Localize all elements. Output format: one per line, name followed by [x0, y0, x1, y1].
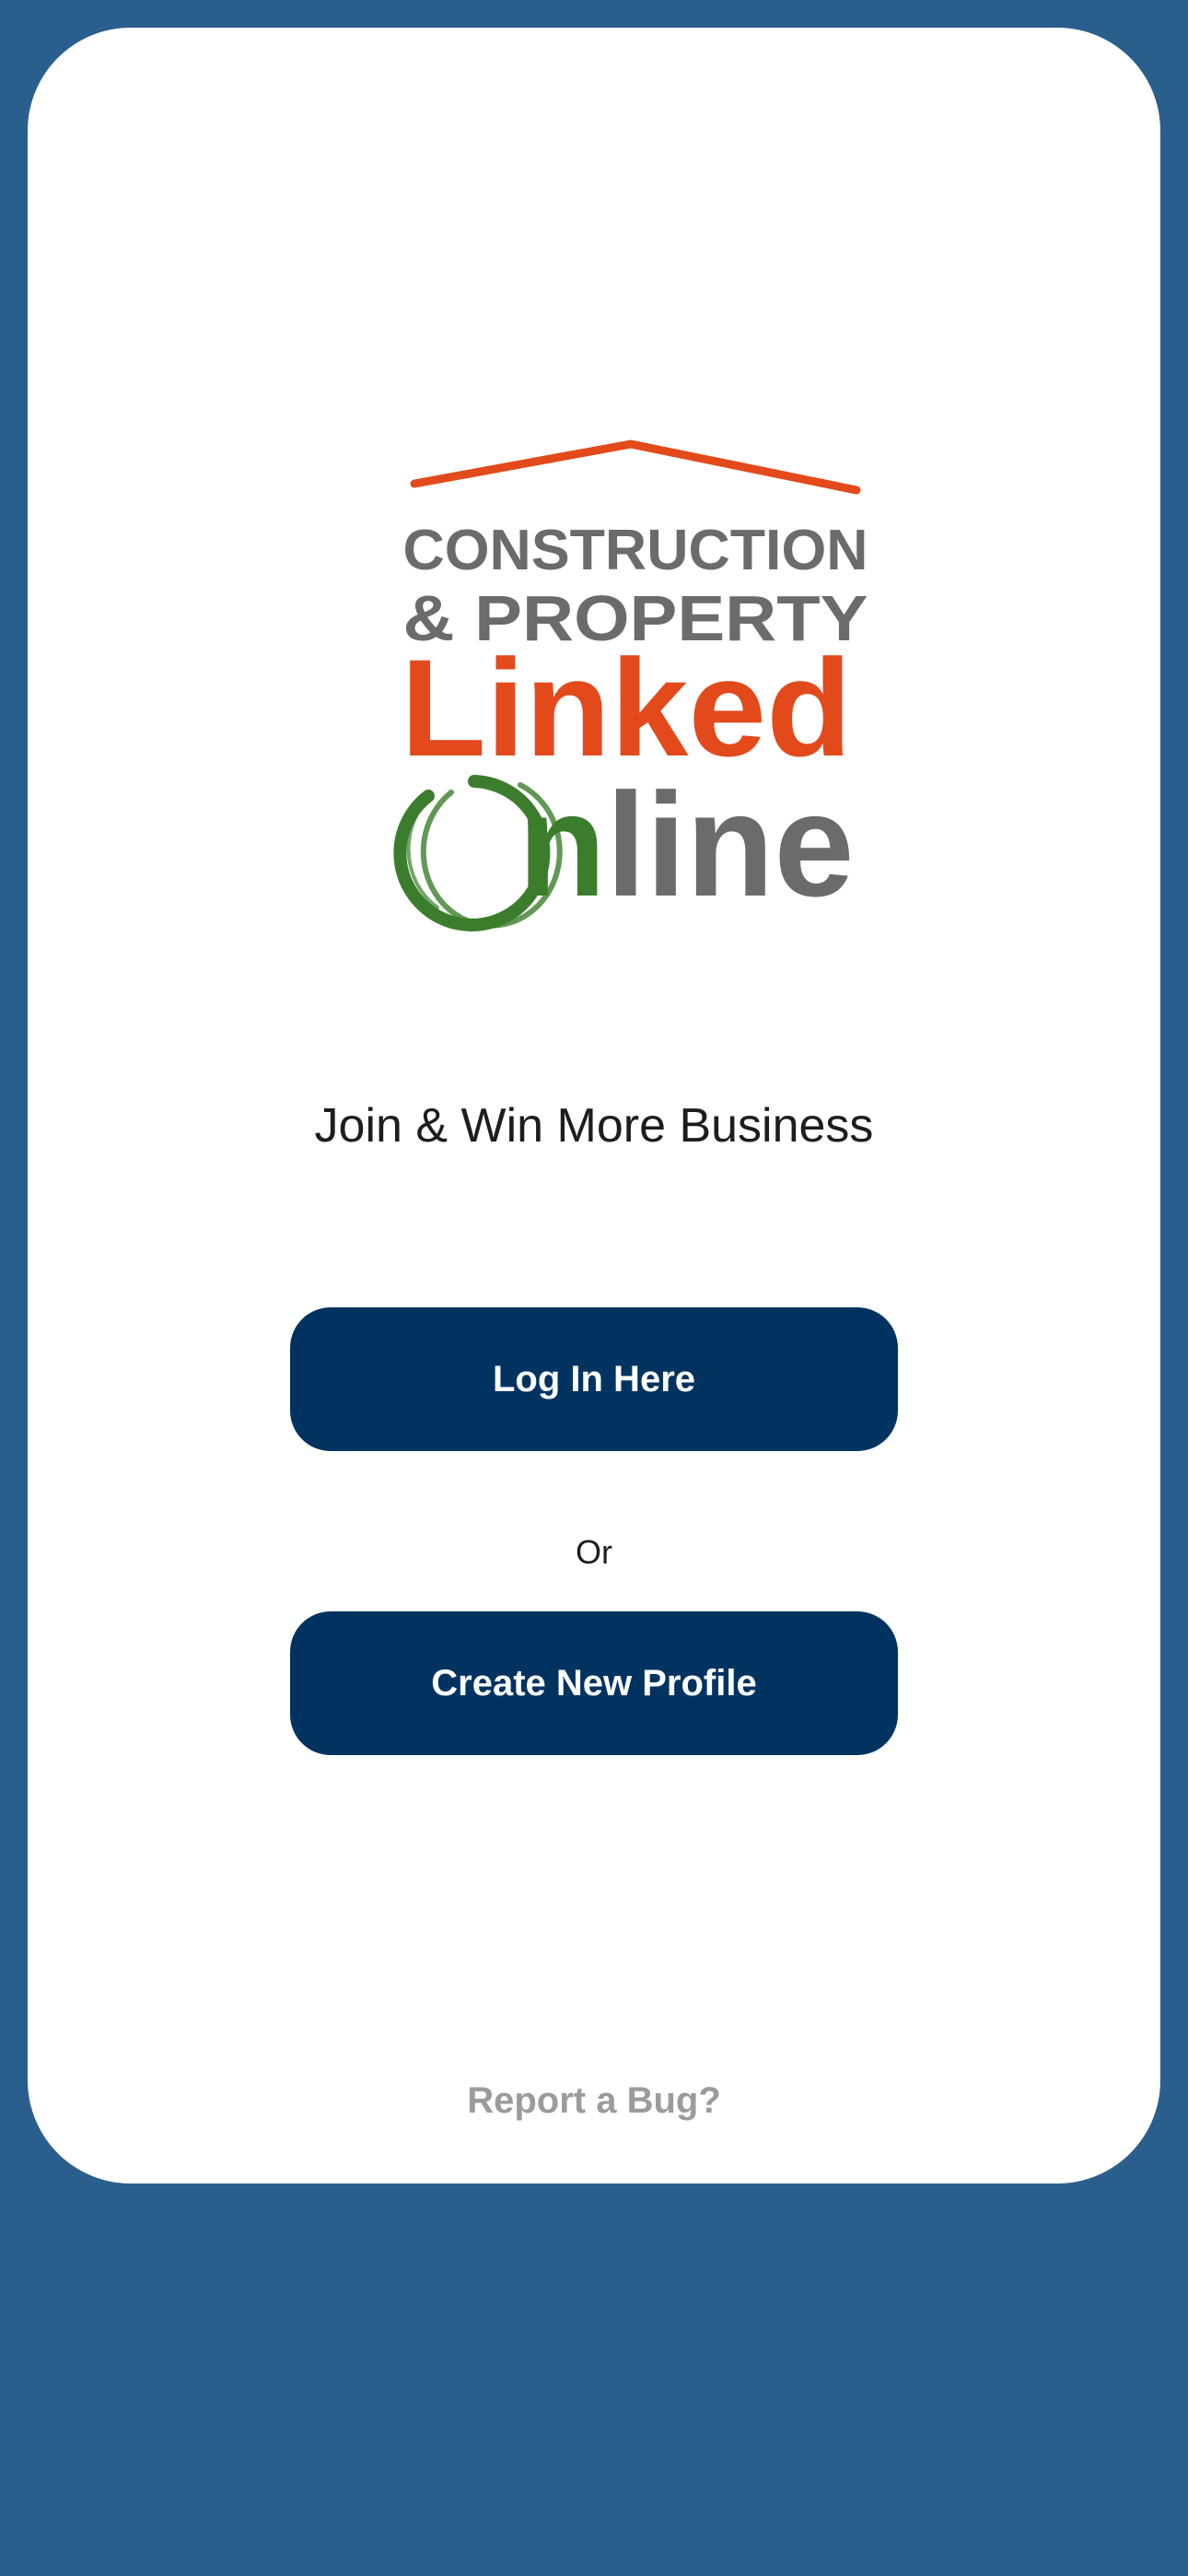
or-separator-text: Or	[576, 1533, 612, 1571]
company-logo: CONSTRUCTION & PROPERTY Linked nline	[364, 415, 879, 949]
app-screen: CONSTRUCTION & PROPERTY Linked nline Joi…	[0, 0, 1188, 2576]
report-bug-link[interactable]: Report a Bug?	[28, 2078, 1160, 2124]
create-new-profile-button[interactable]: Create New Profile	[290, 1611, 898, 1755]
logo-letters-line: line	[606, 762, 854, 927]
welcome-card: CONSTRUCTION & PROPERTY Linked nline Joi…	[28, 28, 1160, 2184]
logo-line-construction: CONSTRUCTION	[403, 519, 868, 582]
roof-icon	[410, 439, 861, 495]
log-in-button[interactable]: Log In Here	[290, 1307, 898, 1451]
logo-graphic: CONSTRUCTION & PROPERTY Linked nline	[393, 439, 868, 931]
logo-line-online: nline	[518, 762, 855, 927]
logo-letter-n: n	[518, 762, 607, 927]
tagline-text: Join & Win More Business	[314, 1099, 874, 1153]
